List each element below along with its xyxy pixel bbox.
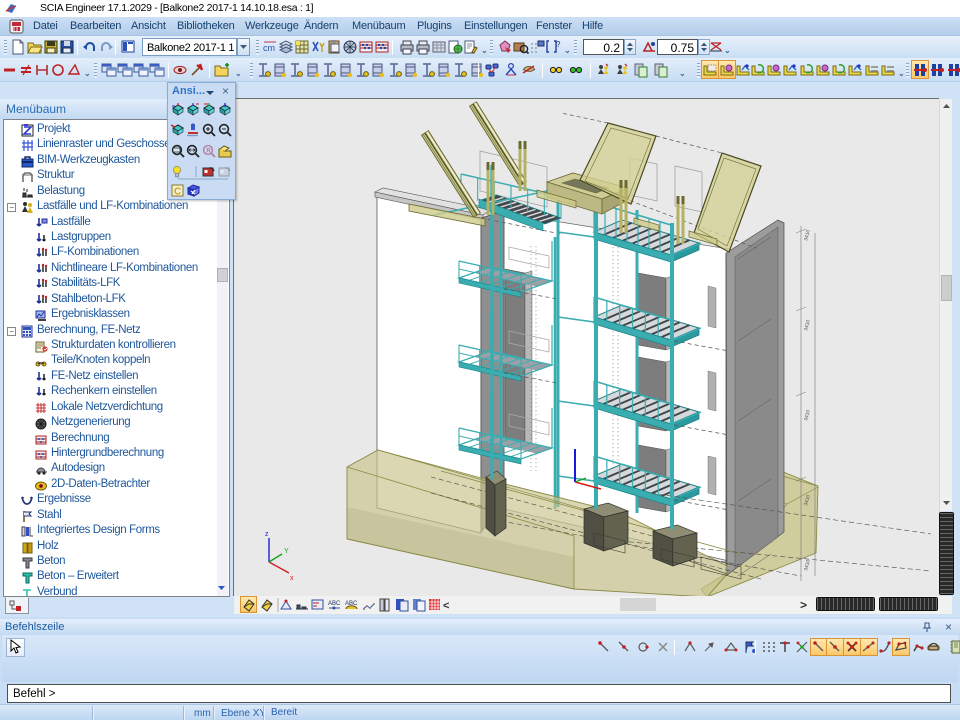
svg-text:R: R <box>206 148 211 154</box>
svg-text:3410: 3410 <box>803 559 812 572</box>
svg-text:3410: 3410 <box>803 409 812 422</box>
svg-text:x: x <box>290 575 294 582</box>
svg-text:3410: 3410 <box>803 319 812 332</box>
svg-text:C: C <box>174 187 181 198</box>
svg-text:Y: Y <box>284 548 289 555</box>
svg-text:3410: 3410 <box>803 229 812 242</box>
svg-text:<: < <box>443 600 449 612</box>
svg-text:z: z <box>265 531 269 538</box>
svg-text:ABC: ABC <box>328 601 341 607</box>
